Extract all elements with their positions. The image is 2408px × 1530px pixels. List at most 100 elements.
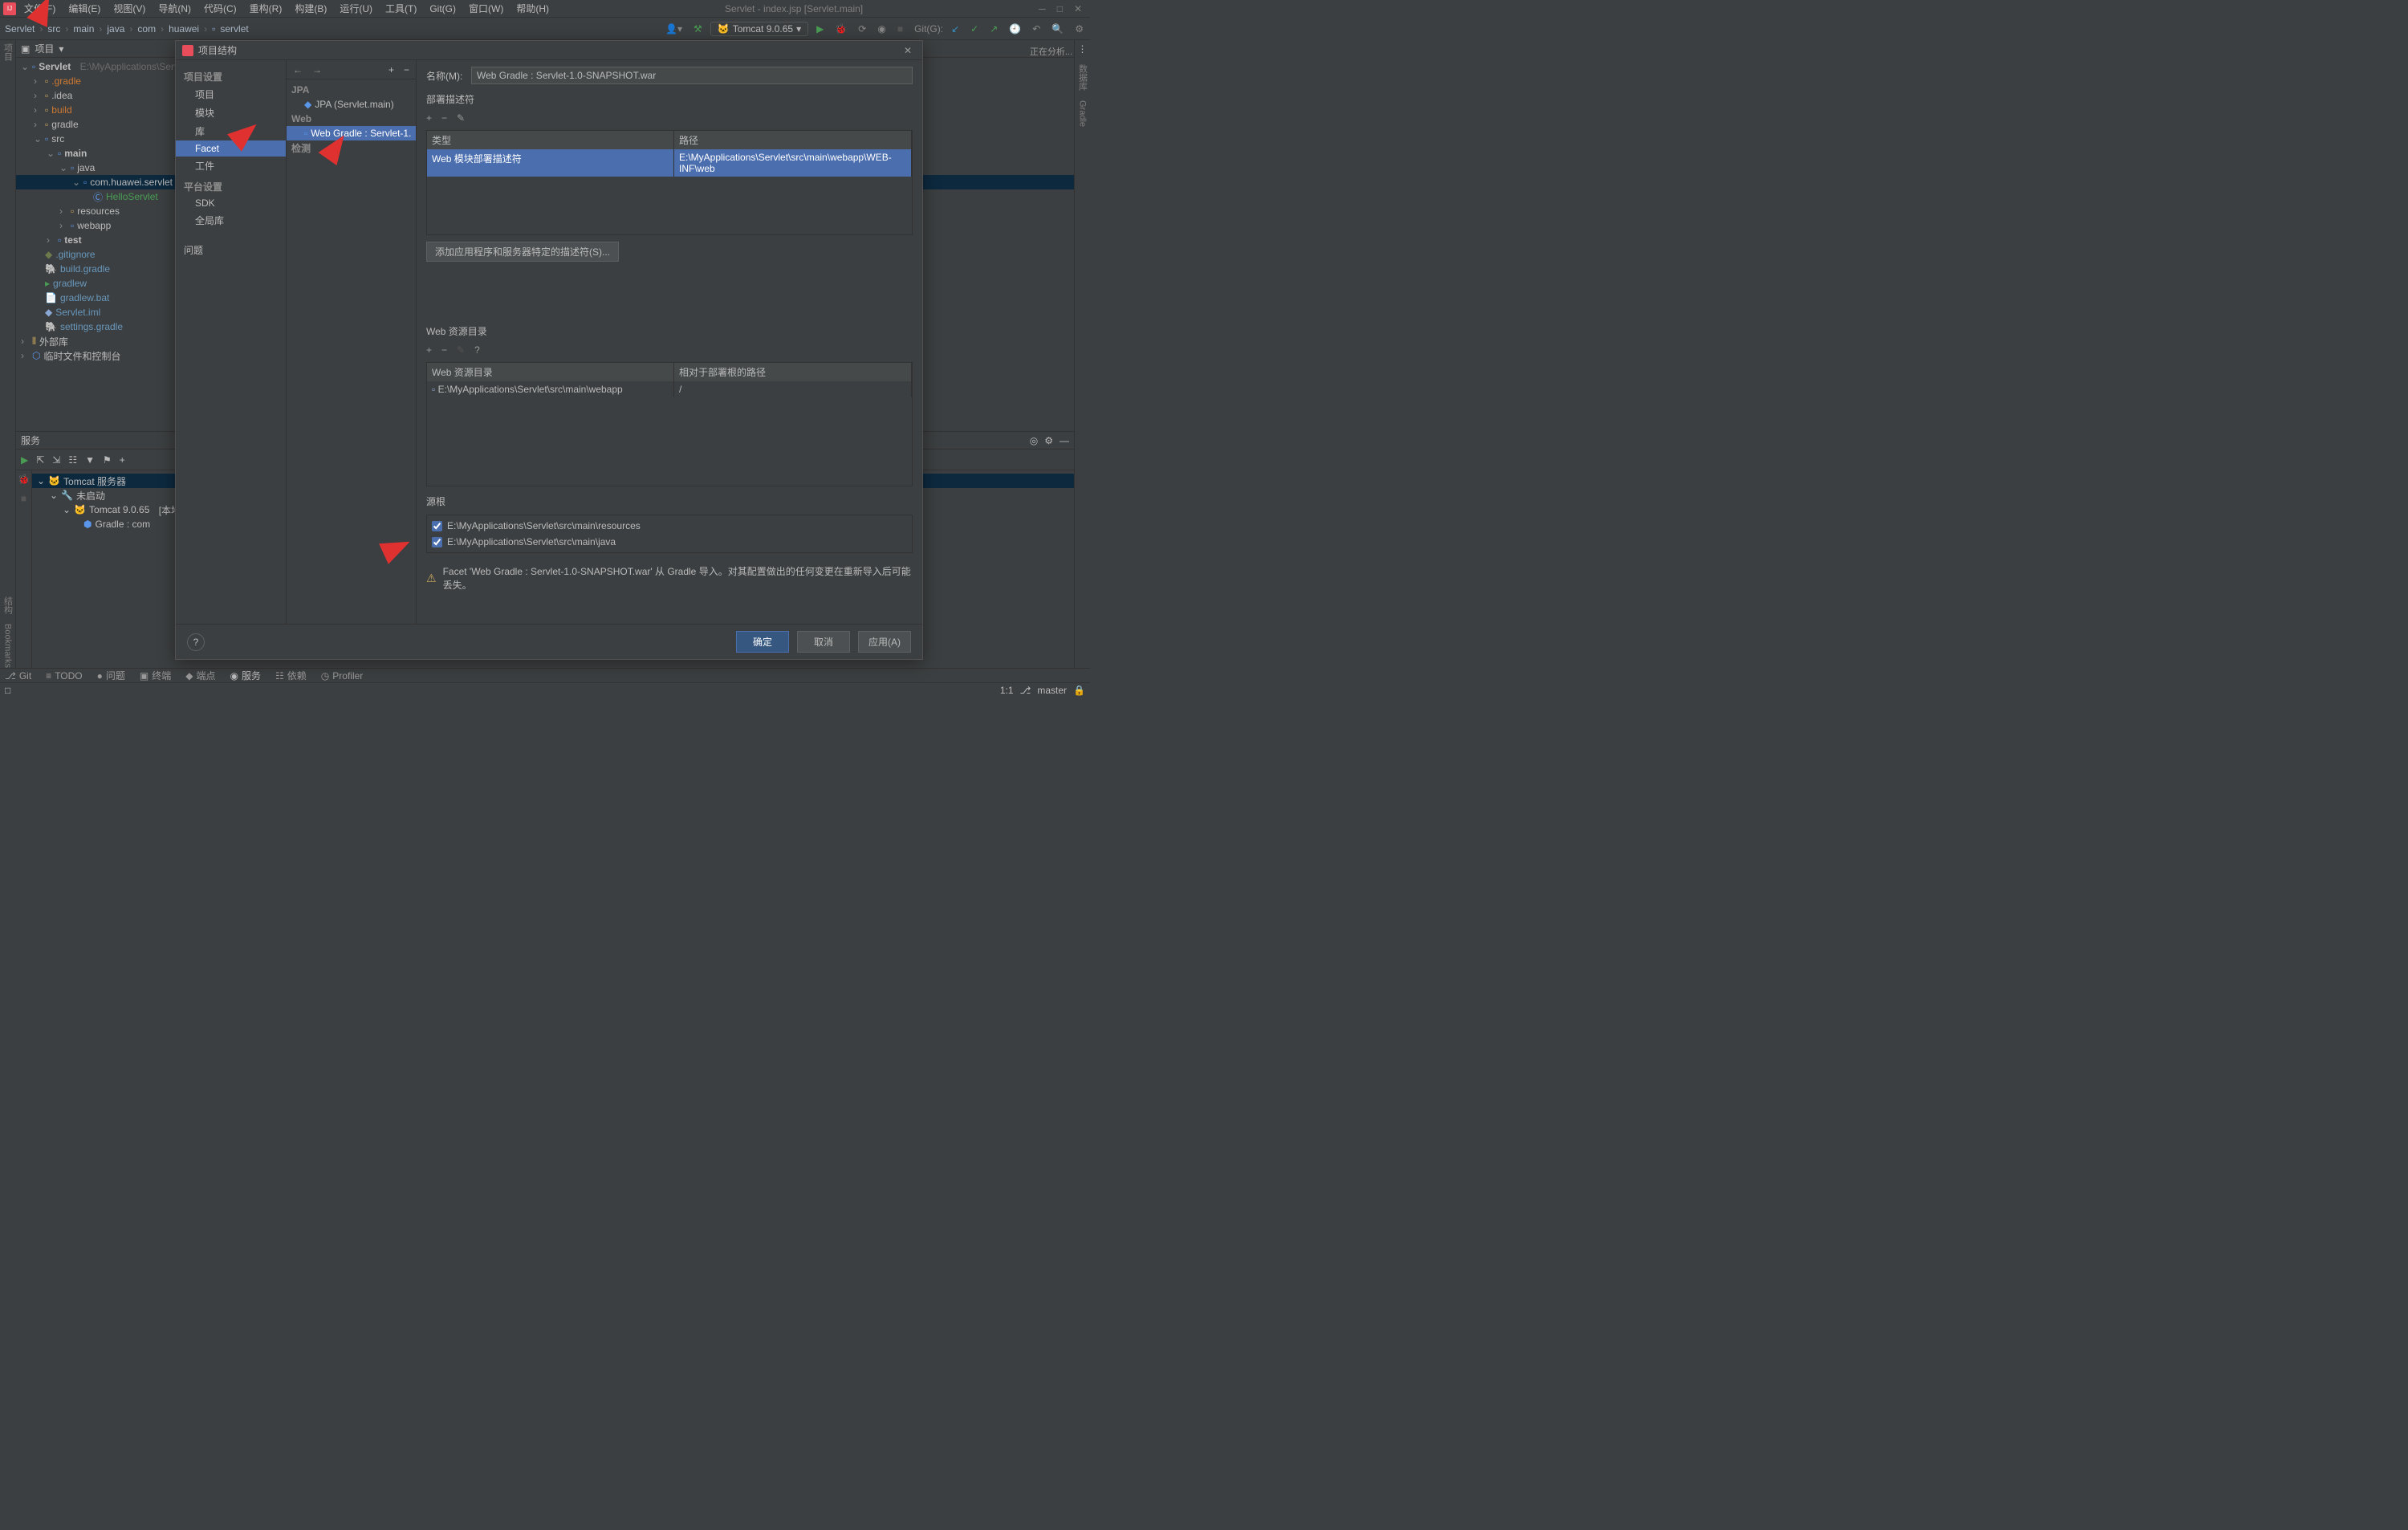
search-icon[interactable]: 🔍 (1048, 22, 1067, 36)
tab-git[interactable]: ⎇Git (5, 670, 31, 682)
coverage-icon[interactable]: ⟳ (855, 22, 869, 36)
crumb[interactable]: huawei (169, 23, 199, 35)
stripe-gradle[interactable]: Gradle (1078, 100, 1088, 127)
tree-node[interactable]: ◆JPA (Servlet.main) (287, 97, 416, 112)
menu-navigate[interactable]: 导航(N) (153, 0, 196, 17)
menu-build[interactable]: 构建(B) (290, 0, 332, 17)
help-icon[interactable]: ? (474, 344, 480, 356)
nav-sdk[interactable]: SDK (176, 195, 286, 211)
tab-todo[interactable]: ≡TODO (46, 670, 82, 682)
chevron-down-icon[interactable]: ▾ (59, 43, 63, 55)
debug-icon[interactable]: 🐞 (18, 474, 30, 485)
menu-help[interactable]: 帮助(H) (511, 0, 554, 17)
close-icon[interactable]: ✕ (1074, 3, 1082, 14)
src-root-item[interactable]: E:\MyApplications\Servlet\src\main\resou… (432, 520, 907, 531)
tree-icon[interactable]: ☷ (68, 454, 77, 466)
menu-edit[interactable]: 编辑(E) (63, 0, 105, 17)
table-row[interactable]: Web 模块部署描述符 E:\MyApplications\Servlet\sr… (427, 149, 912, 177)
add-icon[interactable]: + (426, 344, 432, 356)
stripe-database[interactable]: 数据库 (1076, 64, 1089, 91)
edit-icon[interactable]: ✎ (457, 344, 465, 356)
add-icon[interactable]: + (120, 454, 125, 466)
forward-icon[interactable]: → (312, 64, 322, 75)
expand-icon[interactable]: ⇱ (36, 454, 44, 466)
add-descriptor-button[interactable]: 添加应用程序和服务器特定的描述符(S)... (426, 242, 619, 262)
crumb[interactable]: java (107, 23, 124, 35)
nav-problems[interactable]: 问题 (176, 241, 286, 259)
settings-icon[interactable]: ⚙ (1044, 435, 1053, 446)
flag-icon[interactable]: ⚑ (103, 454, 112, 466)
add-icon[interactable]: + (388, 64, 394, 75)
back-icon[interactable]: ← (293, 64, 303, 75)
menu-view[interactable]: 视图(V) (108, 0, 150, 17)
ok-button[interactable]: 确定 (736, 631, 789, 653)
tab-profiler[interactable]: ◷Profiler (321, 670, 364, 682)
remove-icon[interactable]: − (404, 64, 409, 75)
menu-window[interactable]: 窗口(W) (464, 0, 508, 17)
minimize-icon[interactable]: — (1060, 435, 1069, 446)
run-icon[interactable]: ▶ (813, 22, 827, 36)
collapse-icon[interactable]: ⇲ (52, 454, 60, 466)
stripe-structure[interactable]: 结构 (2, 596, 14, 614)
profiler-icon[interactable]: ◉ (874, 22, 889, 36)
crumb[interactable]: com (137, 23, 156, 35)
checkbox[interactable] (432, 521, 442, 531)
help-button[interactable]: ? (187, 633, 205, 651)
run-configuration[interactable]: 🐱 Tomcat 9.0.65 ▾ (710, 22, 808, 36)
menu-code[interactable]: 代码(C) (199, 0, 242, 17)
lock-icon[interactable]: 🔒 (1073, 685, 1085, 696)
nav-project[interactable]: 项目 (176, 85, 286, 104)
tree-node[interactable]: 检测 (287, 140, 416, 155)
remove-icon[interactable]: − (441, 112, 447, 124)
nav-facet[interactable]: Facet (176, 140, 286, 157)
git-update-icon[interactable]: ↙ (948, 22, 962, 36)
nav-modules[interactable]: 模块 (176, 104, 286, 122)
remove-icon[interactable]: − (441, 344, 447, 356)
user-icon[interactable]: 👤▾ (662, 22, 685, 36)
filter-icon[interactable]: ▼ (85, 454, 95, 466)
close-icon[interactable]: ✕ (900, 43, 916, 59)
tab-deps[interactable]: ☷依赖 (275, 669, 307, 682)
src-root-item[interactable]: E:\MyApplications\Servlet\src\main\java (432, 536, 907, 547)
run-icon[interactable]: ▶ (21, 454, 28, 466)
git-history-icon[interactable]: 🕘 (1006, 22, 1024, 36)
menu-file[interactable]: 文件(F) (19, 0, 60, 17)
stripe-project[interactable]: 项目 (2, 43, 14, 61)
apply-button[interactable]: 应用(A) (858, 631, 911, 653)
tab-terminal[interactable]: ▣终端 (140, 669, 171, 682)
git-push-icon[interactable]: ↗ (986, 22, 1001, 36)
tab-services[interactable]: ◉服务 (230, 669, 262, 682)
crumb[interactable]: main (73, 23, 94, 35)
table-row[interactable]: ▫ E:\MyApplications\Servlet\src\main\web… (427, 381, 912, 397)
edit-icon[interactable]: ✎ (457, 112, 465, 124)
menu-refactor[interactable]: 重构(R) (245, 0, 287, 17)
menu-run[interactable]: 运行(U) (335, 0, 377, 17)
nav-global[interactable]: 全局库 (176, 211, 286, 230)
git-rollback-icon[interactable]: ↶ (1029, 22, 1043, 36)
build-icon[interactable]: ⚒ (690, 22, 706, 36)
git-commit-icon[interactable]: ✓ (967, 22, 982, 36)
target-icon[interactable]: ◎ (1030, 435, 1038, 446)
tree-node[interactable]: ▫Web Gradle : Servlet-1. (287, 126, 416, 140)
tab-problems[interactable]: ●问题 (97, 669, 125, 682)
nav-artifacts[interactable]: 工件 (176, 157, 286, 175)
branch-name[interactable]: master (1037, 685, 1067, 696)
cancel-button[interactable]: 取消 (797, 631, 850, 653)
minimize-icon[interactable]: ─ (1039, 3, 1046, 14)
name-input[interactable]: Web Gradle : Servlet-1.0-SNAPSHOT.war (471, 67, 913, 84)
crumb[interactable]: servlet (220, 23, 248, 35)
tree-node[interactable]: Web (287, 112, 416, 126)
stripe-bookmarks[interactable]: Bookmarks (3, 624, 13, 668)
menu-git[interactable]: Git(G) (425, 2, 461, 16)
crumb[interactable]: Servlet (5, 23, 35, 35)
menu-tools[interactable]: 工具(T) (380, 0, 421, 17)
stop-icon[interactable]: ■ (21, 493, 26, 504)
tab-endpoints[interactable]: ◆端点 (185, 669, 215, 682)
debug-icon[interactable]: 🐞 (832, 22, 850, 36)
checkbox[interactable] (432, 537, 442, 547)
nav-libs[interactable]: 库 (176, 122, 286, 140)
stop-icon[interactable]: ■ (894, 22, 906, 36)
more-icon[interactable]: ⋮ (1078, 43, 1088, 55)
branch-icon[interactable]: ⎇ (1020, 685, 1031, 696)
add-icon[interactable]: + (426, 112, 432, 124)
